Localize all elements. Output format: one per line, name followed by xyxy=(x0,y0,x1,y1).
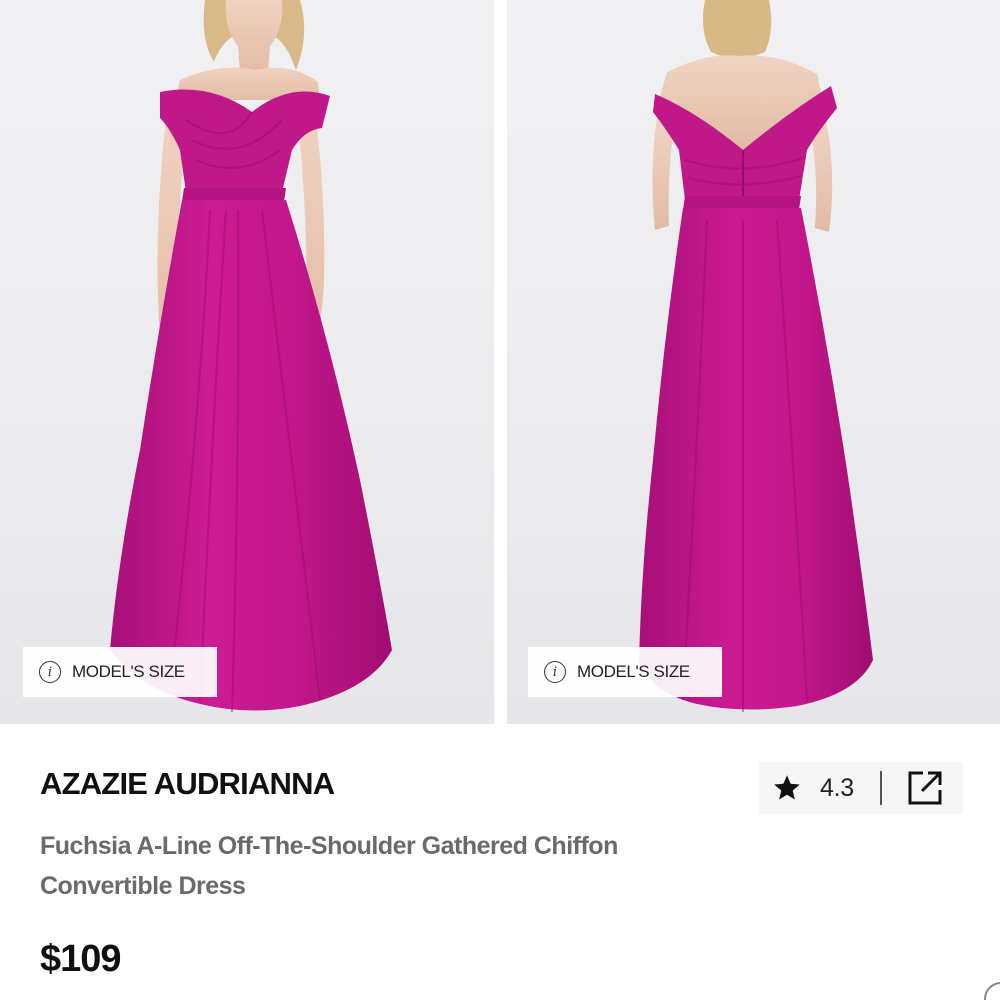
floating-button-icon[interactable] xyxy=(984,982,1000,1000)
dress-back-illustration xyxy=(639,0,873,712)
product-image-gallery[interactable]: i MODEL'S SIZE i MODEL'S SIZE xyxy=(0,0,1000,724)
info-icon: i xyxy=(39,661,61,683)
model-size-label: MODEL'S SIZE xyxy=(577,662,690,681)
model-size-button[interactable]: i MODEL'S SIZE xyxy=(23,647,217,697)
product-image-front[interactable]: i MODEL'S SIZE xyxy=(0,0,494,724)
product-price: $109 xyxy=(40,938,122,980)
model-size-label: MODEL'S SIZE xyxy=(72,662,185,681)
product-page: i MODEL'S SIZE i MODEL'S SIZE AZAZIE AUD… xyxy=(0,0,1000,1000)
star-icon xyxy=(774,775,800,800)
info-icon: i xyxy=(544,661,566,683)
product-description: Fuchsia A-Line Off-The-Shoulder Gathered… xyxy=(40,832,618,900)
brand-name[interactable]: AZAZIE AUDRIANNA xyxy=(40,766,335,802)
dress-front-illustration xyxy=(110,0,392,713)
divider xyxy=(879,771,882,805)
product-image-back[interactable]: i MODEL'S SIZE xyxy=(507,0,1000,724)
model-size-button[interactable]: i MODEL'S SIZE xyxy=(528,647,722,697)
rating-value[interactable]: 4.3 xyxy=(820,774,854,803)
rating-share-bar: 4.3 xyxy=(759,762,963,814)
share-icon[interactable] xyxy=(906,769,944,807)
